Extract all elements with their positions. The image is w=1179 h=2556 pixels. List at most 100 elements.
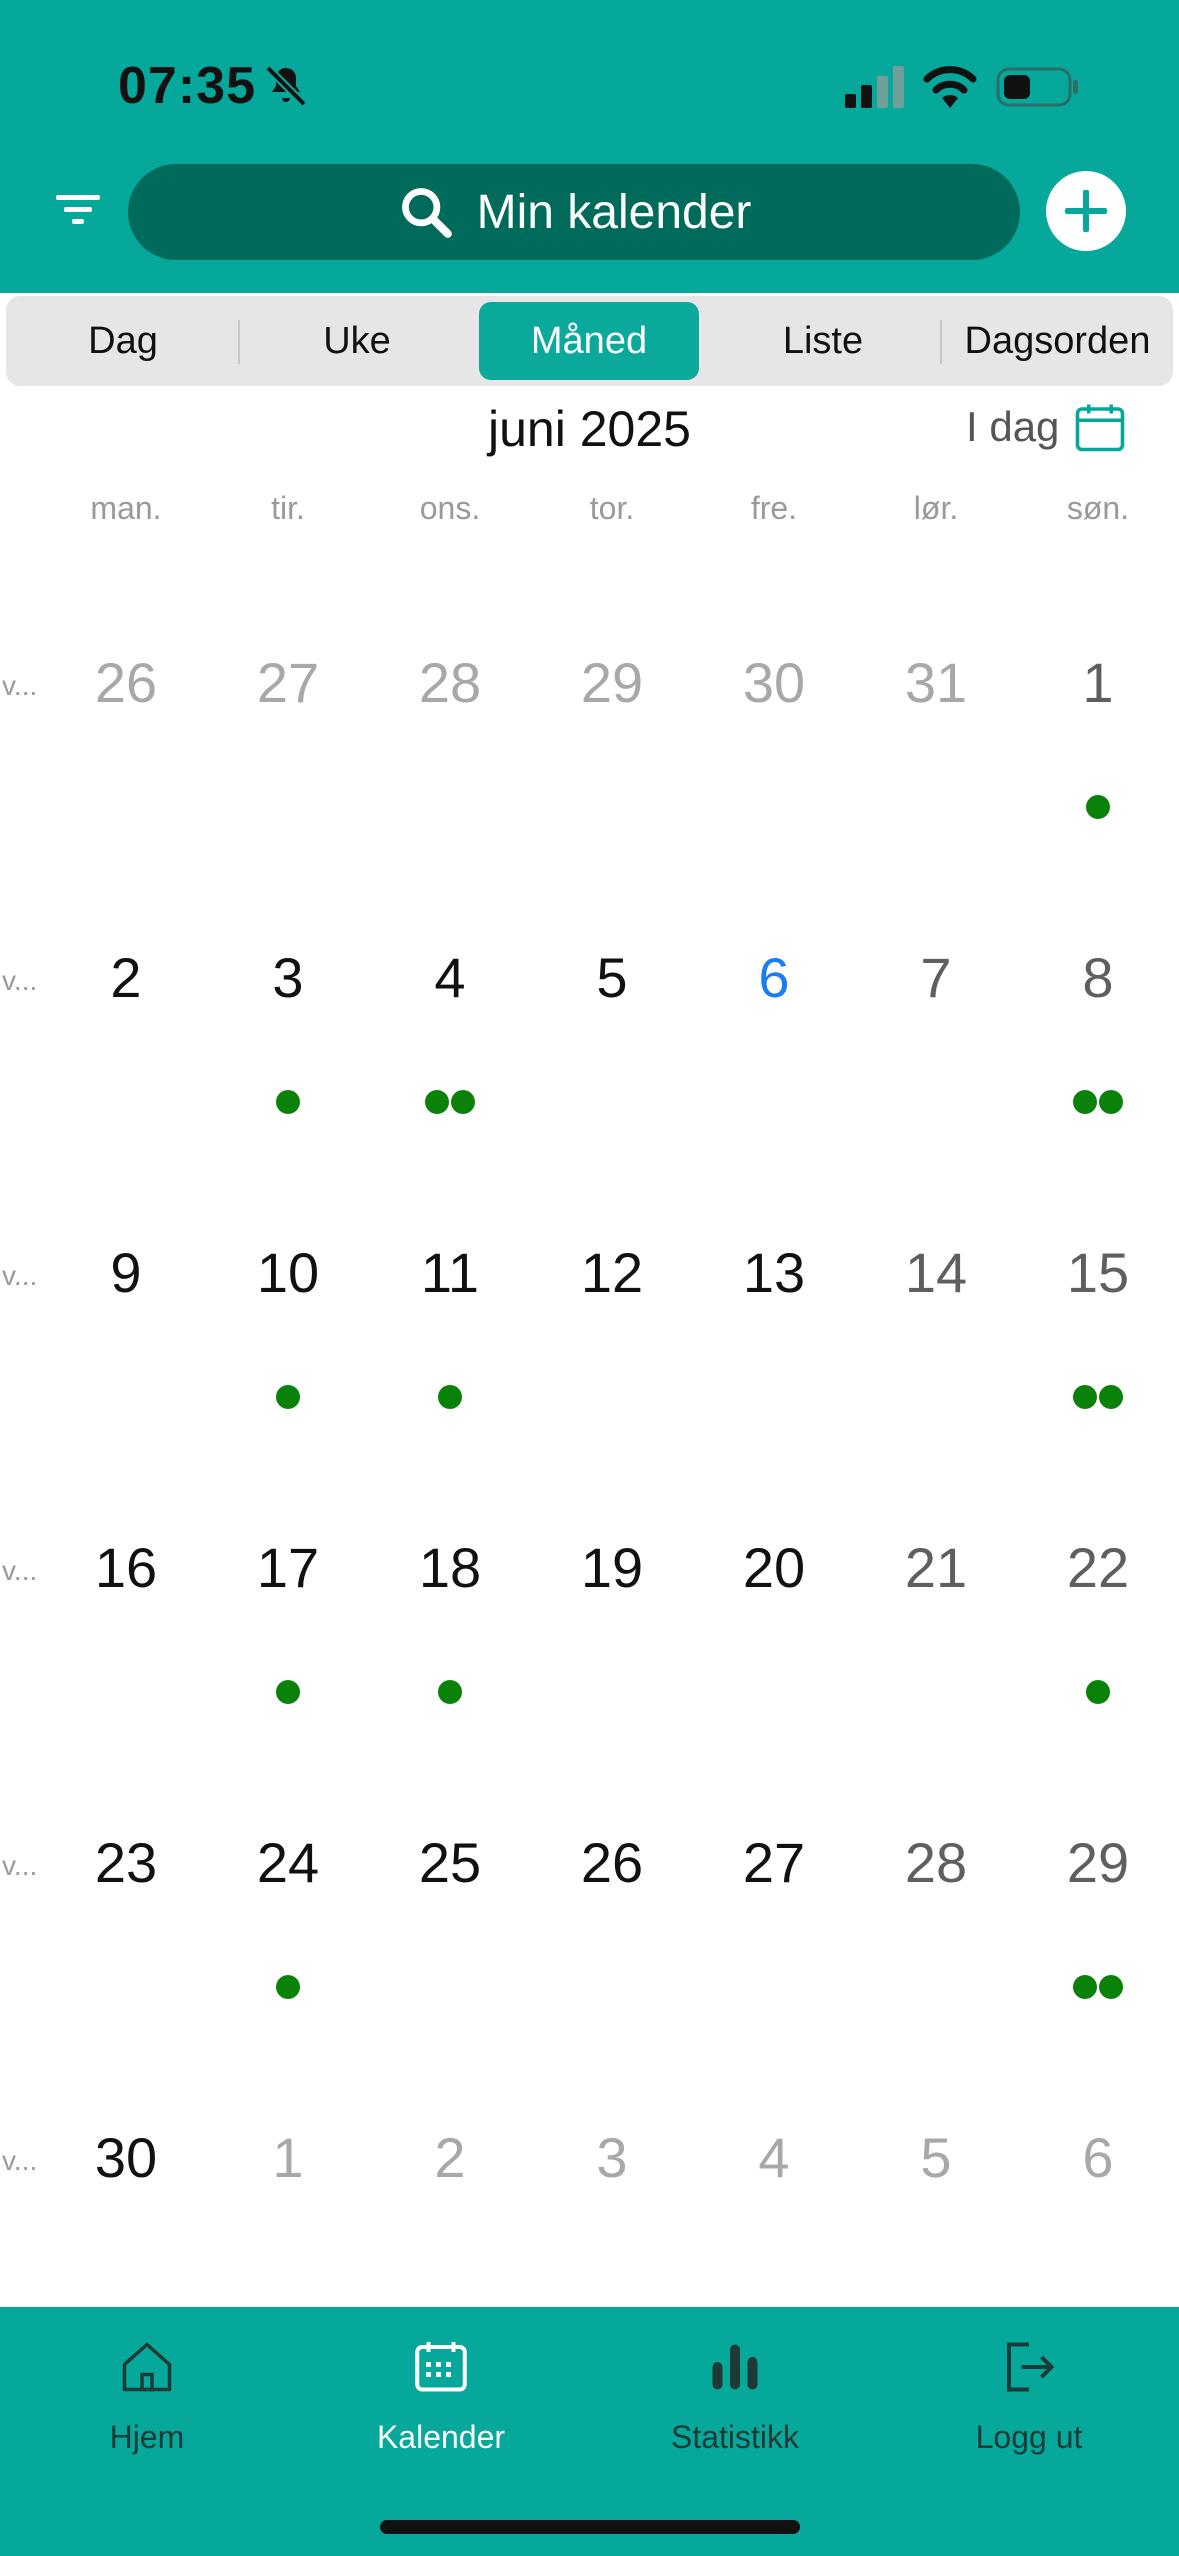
event-dot [276,1680,300,1704]
tab-week[interactable]: Uke [240,296,474,386]
home-indicator [380,2520,800,2534]
day-cell[interactable]: 19 [531,1535,693,1600]
day-cell[interactable]: 27 [693,1830,855,1895]
day-cell[interactable]: 3 [531,2125,693,2190]
battery-icon [996,67,1078,107]
event-dot [276,1385,300,1409]
weekday-label: lør. [913,490,959,526]
logout-icon [1007,2342,1055,2392]
day-cell[interactable]: 9 [45,1240,207,1305]
event-dot [438,1385,462,1409]
tab-home-label: Hjem [109,2419,185,2455]
today-label: I dag [966,403,1060,450]
day-cell[interactable]: 26 [531,1830,693,1895]
event-indicator [369,1090,531,1114]
add-event-button[interactable] [1045,170,1127,252]
day-cell[interactable]: 12 [531,1240,693,1305]
view-switcher: Dag Uke Måned Liste Dagsorden [6,296,1173,386]
day-cell[interactable]: 29 [1017,1830,1179,1895]
tab-month[interactable]: Måned [479,302,699,380]
weekday-label: ons. [419,490,481,526]
event-dot [451,1090,475,1114]
day-cell[interactable]: 17 [207,1535,369,1600]
tab-home[interactable]: Hjem [0,2337,294,2456]
event-indicator [1017,1385,1179,1409]
weekday-label: søn. [1066,490,1130,526]
tab-calendar[interactable]: Kalender [294,2337,588,2456]
event-indicator [207,1680,369,1704]
tab-logout[interactable]: Logg ut [882,2337,1176,2456]
week-number-label: v... [2,1260,38,1291]
event-dot [1099,1975,1123,1999]
day-cell[interactable]: 27 [207,650,369,715]
event-dot [1099,1385,1123,1409]
today-button[interactable]: I dag [966,400,1127,454]
event-indicator [1017,1975,1179,1999]
day-cell[interactable]: 30 [45,2125,207,2190]
tab-logout-label: Logg ut [975,2419,1083,2455]
day-cell-today[interactable]: 6 [693,945,855,1010]
event-indicator [1017,795,1179,819]
calendar-title: Min kalender [476,185,752,239]
day-cell[interactable]: 4 [369,945,531,1010]
day-cell[interactable]: 28 [855,1830,1017,1895]
day-cell[interactable]: 2 [45,945,207,1010]
app-header: 07:35 Min kalender [0,0,1179,293]
day-cell[interactable]: 24 [207,1830,369,1895]
day-cell[interactable]: 21 [855,1535,1017,1600]
week-number-label: v... [2,1850,38,1881]
day-cell[interactable]: 29 [531,650,693,715]
cellular-signal-icon [845,66,904,108]
day-cell[interactable]: 4 [693,2125,855,2190]
day-cell[interactable]: 16 [45,1535,207,1600]
bar-chart-icon [712,2344,758,2390]
week-number-label: v... [2,2145,38,2176]
day-cell[interactable]: 22 [1017,1535,1179,1600]
event-dot [438,1680,462,1704]
event-indicator [369,1680,531,1704]
day-cell[interactable]: 26 [45,650,207,715]
bell-muted-icon [265,65,307,107]
week-number-label: v... [2,670,38,701]
calendar-today-icon [1076,404,1125,452]
tab-day[interactable]: Dag [6,296,240,386]
day-cell[interactable]: 5 [855,2125,1017,2190]
day-cell[interactable]: 2 [369,2125,531,2190]
day-cell[interactable]: 10 [207,1240,369,1305]
event-dot [1086,795,1110,819]
day-cell[interactable]: 3 [207,945,369,1010]
day-cell[interactable]: 13 [693,1240,855,1305]
day-cell[interactable]: 31 [855,650,1017,715]
day-cell[interactable]: 1 [207,2125,369,2190]
day-cell[interactable]: 28 [369,650,531,715]
day-cell[interactable]: 1 [1017,650,1179,715]
search-icon [401,188,452,238]
wifi-icon [923,66,977,108]
day-cell[interactable]: 25 [369,1830,531,1895]
filter-icon[interactable] [48,185,108,235]
day-cell[interactable]: 5 [531,945,693,1010]
event-dot [1073,1385,1097,1409]
event-indicator [207,1090,369,1114]
day-cell[interactable]: 11 [369,1240,531,1305]
day-cell[interactable]: 14 [855,1240,1017,1305]
event-indicator [207,1975,369,1999]
day-cell[interactable]: 6 [1017,2125,1179,2190]
event-dot [276,1975,300,1999]
tab-statistics[interactable]: Statistikk [588,2337,882,2456]
day-cell[interactable]: 8 [1017,945,1179,1010]
day-cell[interactable]: 15 [1017,1240,1179,1305]
day-cell[interactable]: 23 [45,1830,207,1895]
day-cell[interactable]: 18 [369,1535,531,1600]
tab-list[interactable]: Liste [706,296,940,386]
calendar-search-bar[interactable]: Min kalender [128,164,1020,260]
event-dot [1086,1680,1110,1704]
day-cell[interactable]: 20 [693,1535,855,1600]
weekday-label: tor. [589,490,635,526]
event-indicator [1017,1680,1179,1704]
day-cell[interactable]: 7 [855,945,1017,1010]
tab-agenda[interactable]: Dagsorden [942,296,1173,386]
day-cell[interactable]: 30 [693,650,855,715]
week-number-label: v... [2,1555,38,1586]
weekday-label: fre. [750,490,798,526]
